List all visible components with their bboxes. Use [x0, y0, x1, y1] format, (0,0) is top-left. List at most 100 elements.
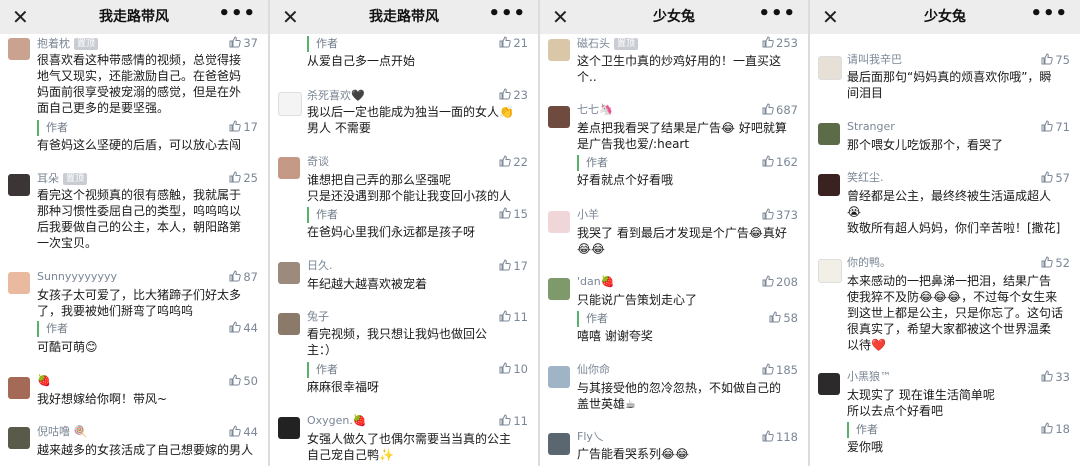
nav-bar: ✕ 我走路带风 ••• [0, 0, 268, 34]
comment-list: 抱着枕 置顶 37 很喜欢看这种带感情的视频，总觉得接 地气又现实，还能激励自己。在… [0, 34, 268, 466]
thumb-up-icon [762, 103, 774, 115]
author-reply-bar: 作者 [307, 207, 522, 223]
avatar [8, 427, 30, 449]
author-reply-bar: 作者 [37, 321, 252, 337]
comment-author: Stranger [847, 120, 895, 133]
close-icon[interactable]: ✕ [822, 5, 839, 29]
avatar [278, 157, 300, 179]
thumb-up-icon [229, 270, 242, 282]
thumb-up-icon [229, 374, 242, 386]
comment-author: 仙你命 [577, 363, 610, 376]
comments-panel-3: ✕ 少女兔 ••• 磁石头 置顶 253 这个卫生巾真的炒鸡好用的！一直买这 个..… [540, 0, 808, 466]
author-reply-bar: 作者 [37, 120, 252, 136]
comment-text: 只能说广告策划走心了 [577, 293, 698, 307]
more-icon[interactable]: ••• [1030, 3, 1068, 24]
comment-author: 你的鸭。 [847, 256, 891, 269]
comment-author: 磁石头 置顶 [577, 37, 639, 51]
like-button[interactable]: 18 [1041, 422, 1070, 436]
comment-text: 这个卫生巾真的炒鸡好用的！一直买这 个.. [577, 54, 782, 84]
avatar [548, 366, 570, 388]
nav-bar: ✕ 少女兔 ••• [810, 0, 1080, 34]
status-badge: 置顶 [74, 38, 99, 50]
avatar [8, 272, 30, 294]
status-badge: 置顶 [63, 173, 88, 185]
like-button[interactable]: 17 [229, 120, 258, 134]
close-icon[interactable]: ✕ [12, 5, 29, 29]
comment-text: 看完这个视频真的很有感触，我就属于 那种习惯性委屈自己的类型，呜呜呜以 后我要做自己… [37, 188, 242, 250]
like-button[interactable]: 58 [769, 311, 798, 325]
thumb-up-icon [229, 120, 242, 132]
reply-text: 可酷可萌😊 [37, 340, 98, 354]
like-button[interactable]: 208 [762, 275, 798, 289]
like-button[interactable]: 185 [762, 363, 798, 377]
comment-text: 谁想把自己弄的那么坚强呢 只是还没遇到那个能让我变回小孩的人 [307, 173, 512, 203]
avatar [548, 278, 570, 300]
comment-author: 奇谈 [307, 155, 329, 168]
more-icon[interactable]: ••• [758, 3, 796, 24]
thumb-up-icon [499, 207, 512, 219]
comment-author: 小羊 [577, 208, 599, 221]
comment-text: 我以后一定也能成为独当一面的女人👏 男人 不需要 [307, 105, 514, 135]
like-button[interactable]: 87 [229, 270, 258, 284]
like-button[interactable]: 44 [229, 425, 258, 439]
thumb-up-icon [762, 36, 774, 48]
author-reply-bar: 作者 [847, 422, 1064, 438]
like-button[interactable]: 11 [499, 414, 528, 428]
like-button[interactable]: 17 [499, 259, 528, 273]
close-icon[interactable]: ✕ [552, 5, 569, 29]
like-button[interactable]: 373 [762, 208, 798, 222]
avatar [548, 106, 570, 128]
like-button[interactable]: 15 [499, 207, 528, 221]
like-button[interactable]: 71 [1041, 120, 1070, 134]
close-icon[interactable]: ✕ [282, 5, 299, 29]
page-title: 我走路带风 [369, 9, 439, 25]
like-button[interactable]: 23 [499, 88, 528, 102]
like-button[interactable]: 75 [1041, 53, 1070, 67]
comment-author: 抱着枕 置顶 [37, 37, 99, 51]
like-button[interactable]: 162 [762, 155, 798, 169]
like-button[interactable]: 10 [499, 362, 528, 376]
avatar [548, 433, 570, 455]
reply-text: 爱你哦 [847, 440, 884, 454]
nav-bar: ✕ 少女兔 ••• [540, 0, 808, 34]
thumb-up-icon [762, 430, 774, 442]
comment-list: 磁石头 置顶 253 这个卫生巾真的炒鸡好用的！一直买这 个.. 七七🦄 687 差… [540, 34, 808, 466]
like-button[interactable]: 687 [762, 103, 798, 117]
like-button[interactable]: 253 [762, 36, 798, 50]
comment-text: 曾经都是公主，最终终被生活逼成超人 😭 致敬所有超人妈妈，你们辛苦啦！[撒花] [847, 189, 1061, 235]
comment-text: 最后面那句“妈妈真的烦喜欢你哦”，瞬 间泪目 [847, 70, 1052, 100]
comment-author: 小黑狼™ [847, 370, 891, 383]
comment-author: Fly乀 [577, 430, 604, 443]
like-button[interactable]: 33 [1041, 370, 1070, 384]
like-button[interactable]: 21 [499, 36, 528, 50]
thumb-up-icon [1041, 422, 1054, 434]
comment-author: Oxygen.🍓 [307, 414, 367, 427]
page-title: 少女兔 [653, 9, 695, 25]
comment-text: 我哭了 看到最后才发现是个广告😂真好 😂😂 [577, 226, 787, 256]
status-badge: 置顶 [614, 38, 639, 50]
thumb-up-icon [762, 208, 774, 220]
like-button[interactable]: 44 [229, 321, 258, 335]
like-button[interactable]: 11 [499, 310, 528, 324]
more-icon[interactable]: ••• [488, 3, 526, 24]
comment-author: 兔子 [307, 310, 329, 323]
author-label: 作者 [586, 312, 608, 325]
like-button[interactable]: 57 [1041, 171, 1070, 185]
like-button[interactable]: 50 [229, 374, 258, 388]
like-button[interactable]: 22 [499, 155, 528, 169]
thumb-up-icon [229, 171, 242, 183]
like-button[interactable]: 52 [1041, 256, 1070, 270]
thumb-up-icon [1041, 256, 1054, 268]
comment-text: 越来越多的女孩活成了自己想要嫁的男人 [37, 443, 254, 457]
thumb-up-icon [499, 310, 512, 322]
comment-author: 日久. [307, 259, 333, 272]
comment-text: 很喜欢看这种带感情的视频，总觉得接 地气又现实，还能激励自己。在爸爸妈 妈面前很享受… [37, 53, 242, 115]
page-title: 我走路带风 [99, 9, 169, 25]
comment-author: 🍓 [37, 374, 51, 387]
like-button[interactable]: 118 [762, 430, 798, 444]
like-button[interactable]: 37 [229, 36, 258, 50]
like-button[interactable]: 25 [229, 171, 258, 185]
thumb-up-icon [769, 311, 782, 323]
thumb-up-icon [229, 321, 242, 333]
more-icon[interactable]: ••• [218, 3, 256, 24]
